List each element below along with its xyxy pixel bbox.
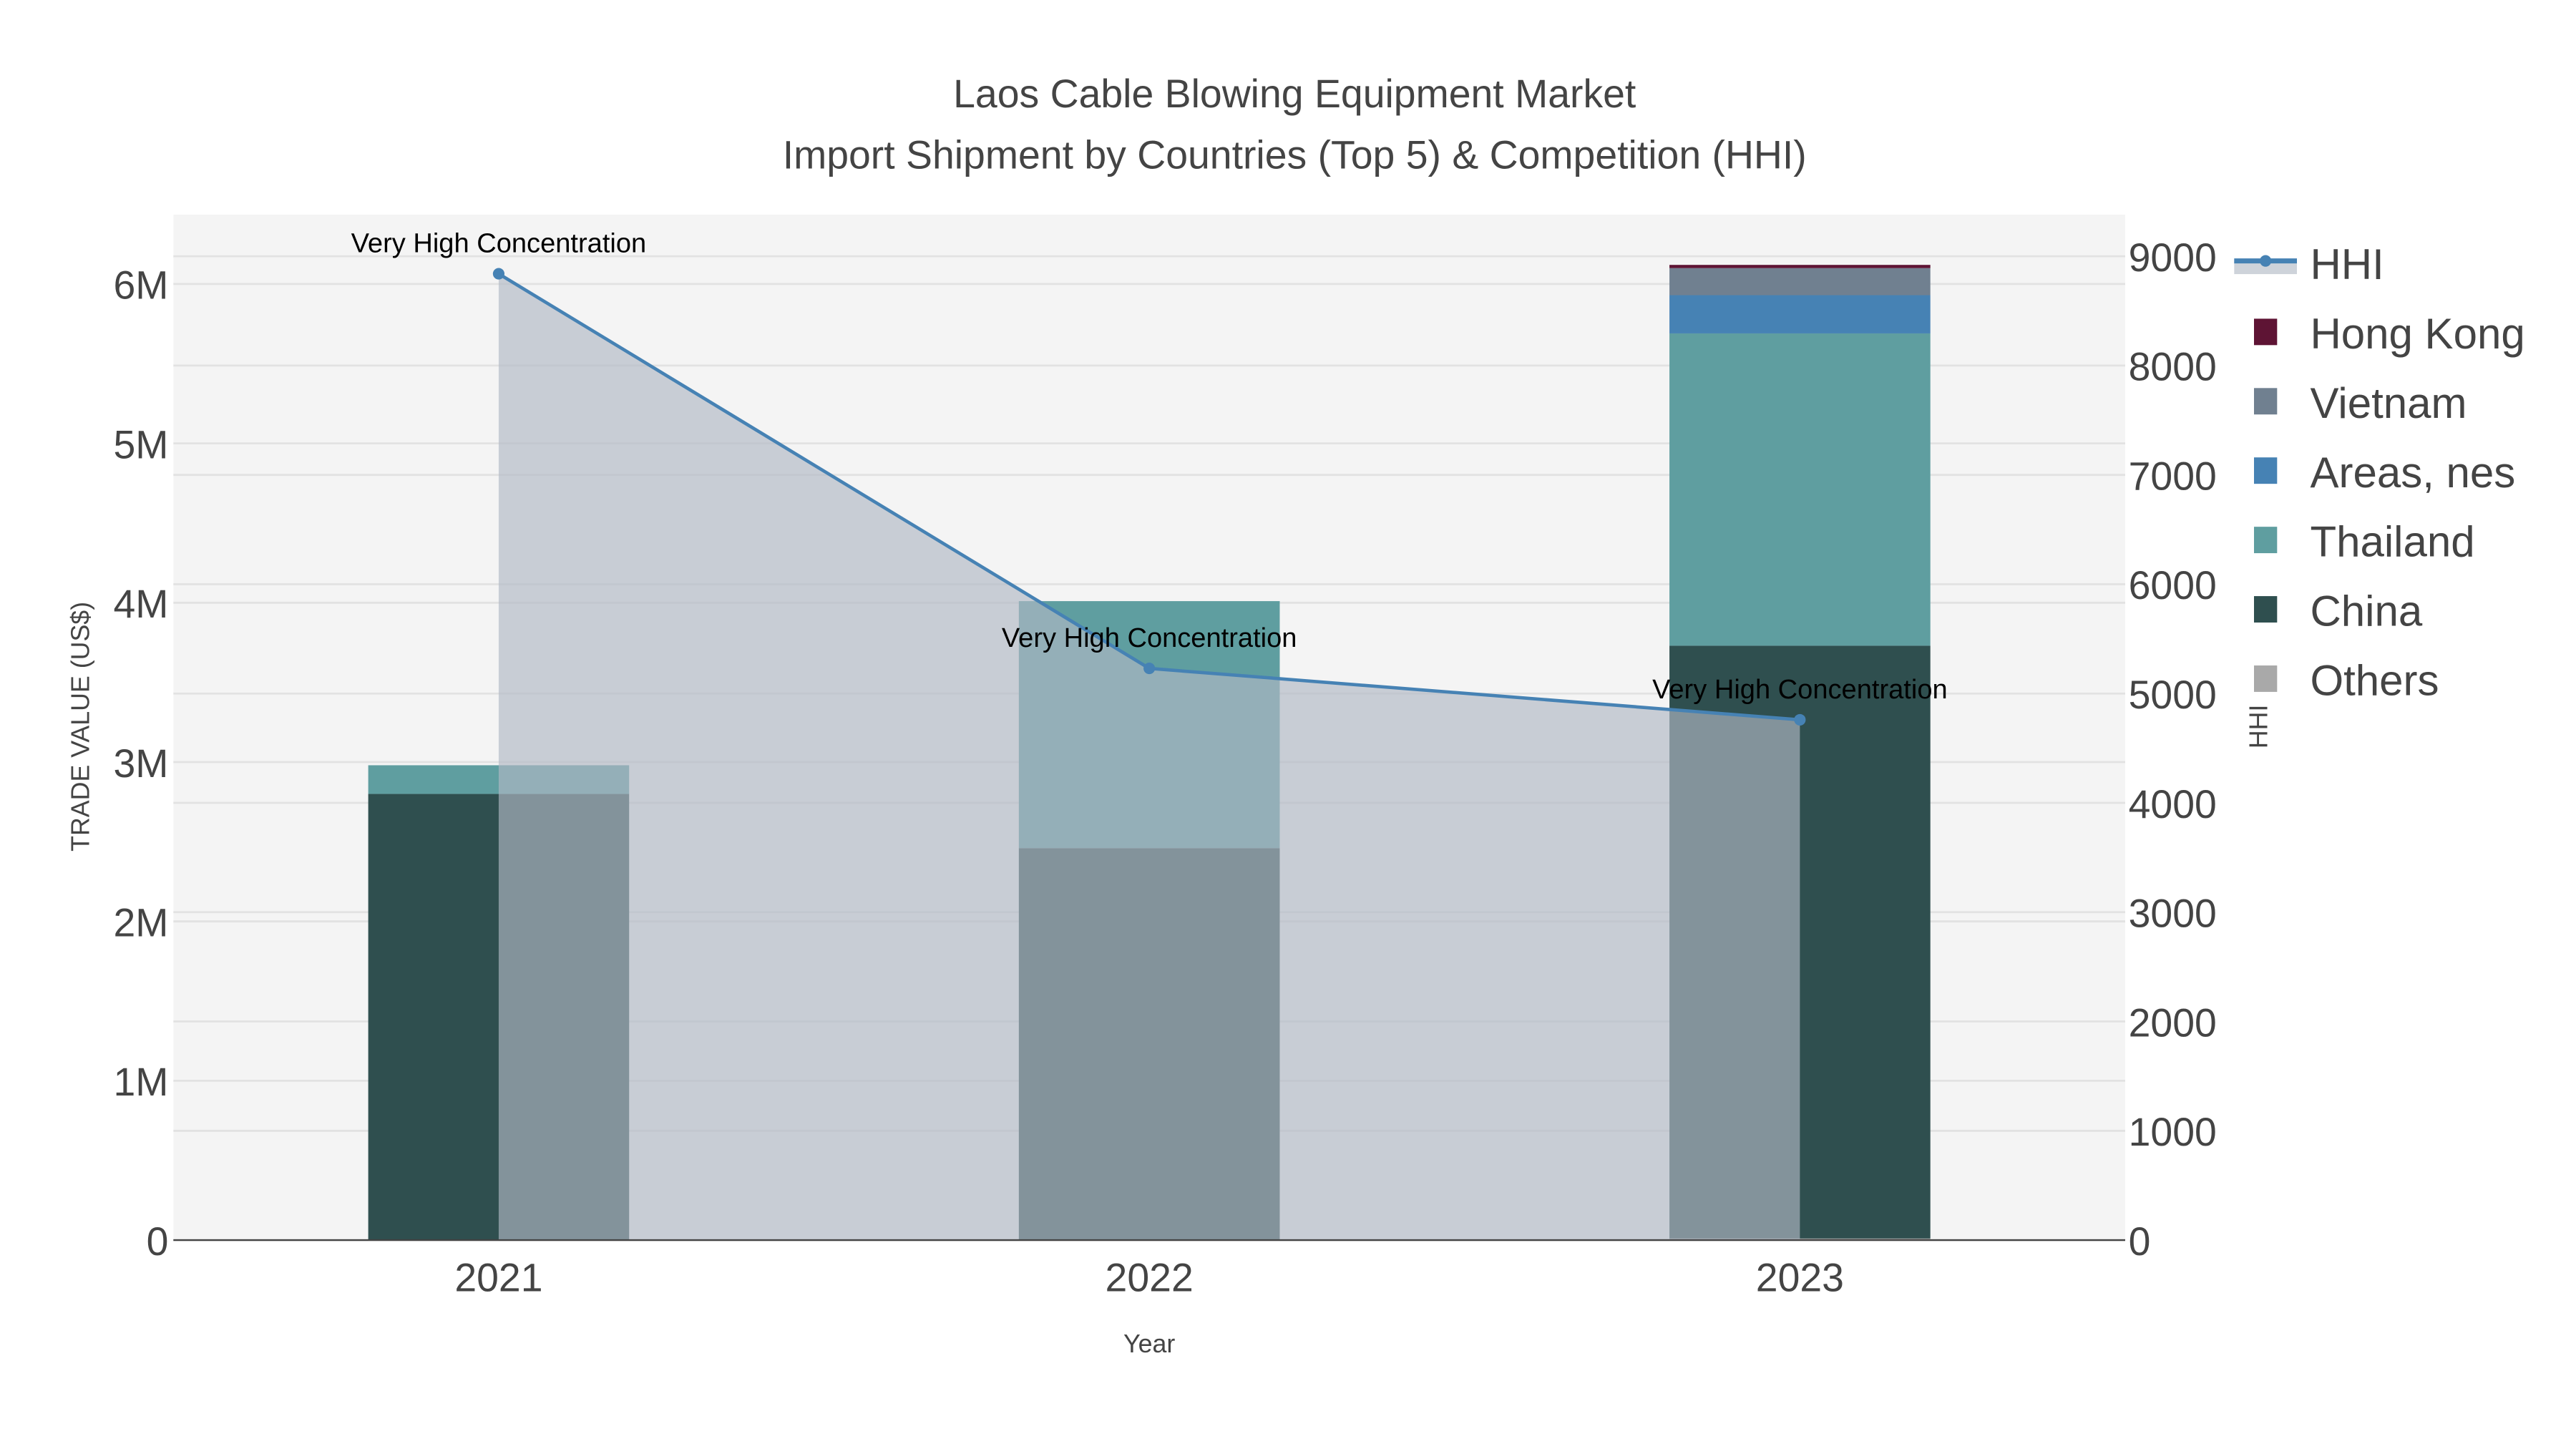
y2-tick-label: 7000 — [2129, 454, 2217, 498]
x-tick-label: 2022 — [1106, 1256, 1194, 1300]
bar-vietnam-2023[interactable] — [1669, 268, 1931, 296]
legend-swatch — [2254, 527, 2278, 554]
legend-label: Areas, nes — [2310, 449, 2515, 497]
bar-areas-nes-2023[interactable] — [1669, 295, 1931, 333]
chart-title: Laos Cable Blowing Equipment Market — [953, 72, 1636, 116]
legend-item-areas-nes[interactable]: Areas, nes — [2254, 449, 2515, 497]
chart-subtitle: Import Shipment by Countries (Top 5) & C… — [783, 132, 1807, 177]
y-tick-label: 0 — [147, 1219, 169, 1264]
legend-label: China — [2310, 587, 2422, 635]
y2-tick-label: 3000 — [2129, 892, 2217, 936]
legend-label: Others — [2310, 657, 2439, 705]
legend-item-hhi[interactable]: HHI — [2234, 240, 2384, 288]
legend-swatch — [2254, 388, 2278, 415]
x-axis-label: Year — [1123, 1330, 1175, 1358]
legend-item-china[interactable]: China — [2254, 587, 2423, 635]
y2-tick-label: 1000 — [2129, 1110, 2217, 1154]
legend-swatch — [2254, 318, 2278, 346]
bar-thailand-2023[interactable] — [1669, 333, 1931, 646]
legend-label: Hong Kong — [2310, 310, 2524, 358]
hhi-point[interactable] — [1794, 713, 1806, 726]
legend-item-thailand[interactable]: Thailand — [2254, 518, 2475, 566]
legend-label: Thailand — [2310, 518, 2474, 566]
y2-tick-label: 2000 — [2129, 1000, 2217, 1045]
y2-tick-label: 4000 — [2129, 782, 2217, 826]
bar-hong-kong-2023[interactable] — [1669, 265, 1931, 268]
hhi-annotation: Very High Concentration — [1652, 675, 1948, 705]
y-tick-label: 1M — [113, 1060, 168, 1104]
y-tick-label: 2M — [113, 900, 168, 945]
y2-tick-label: 9000 — [2129, 235, 2217, 280]
y-tick-label: 4M — [113, 582, 168, 626]
legend-swatch — [2254, 596, 2278, 623]
x-tick-label: 2021 — [454, 1256, 542, 1300]
y-tick-label: 5M — [113, 422, 168, 467]
y-axis-label: TRADE VALUE (US$) — [67, 602, 95, 852]
y2-tick-label: 6000 — [2129, 563, 2217, 608]
legend-item-others[interactable]: Others — [2254, 657, 2439, 705]
chart: Very High Concentration Very High Concent… — [67, 72, 2525, 1358]
legend-swatch — [2254, 665, 2278, 692]
hhi-point[interactable] — [492, 268, 504, 280]
y2-tick-label: 8000 — [2129, 345, 2217, 389]
hhi-point[interactable] — [1143, 663, 1156, 675]
legend-hhi-marker — [2260, 255, 2272, 267]
legend-swatch — [2254, 457, 2278, 484]
legend-label: Vietnam — [2310, 379, 2467, 427]
legend-item-vietnam[interactable]: Vietnam — [2254, 379, 2467, 427]
x-tick-label: 2023 — [1756, 1256, 1844, 1300]
y2-tick-label: 0 — [2129, 1219, 2151, 1264]
hhi-annotation: Very High Concentration — [1002, 623, 1297, 653]
y-tick-label: 3M — [113, 741, 168, 786]
y2-axis-label: HHI — [2244, 705, 2273, 749]
legend-label: HHI — [2310, 240, 2384, 288]
legend-item-hong-kong[interactable]: Hong Kong — [2254, 310, 2525, 358]
hhi-annotation: Very High Concentration — [351, 229, 647, 259]
y-tick-label: 6M — [113, 263, 168, 308]
y2-tick-label: 5000 — [2129, 673, 2217, 717]
